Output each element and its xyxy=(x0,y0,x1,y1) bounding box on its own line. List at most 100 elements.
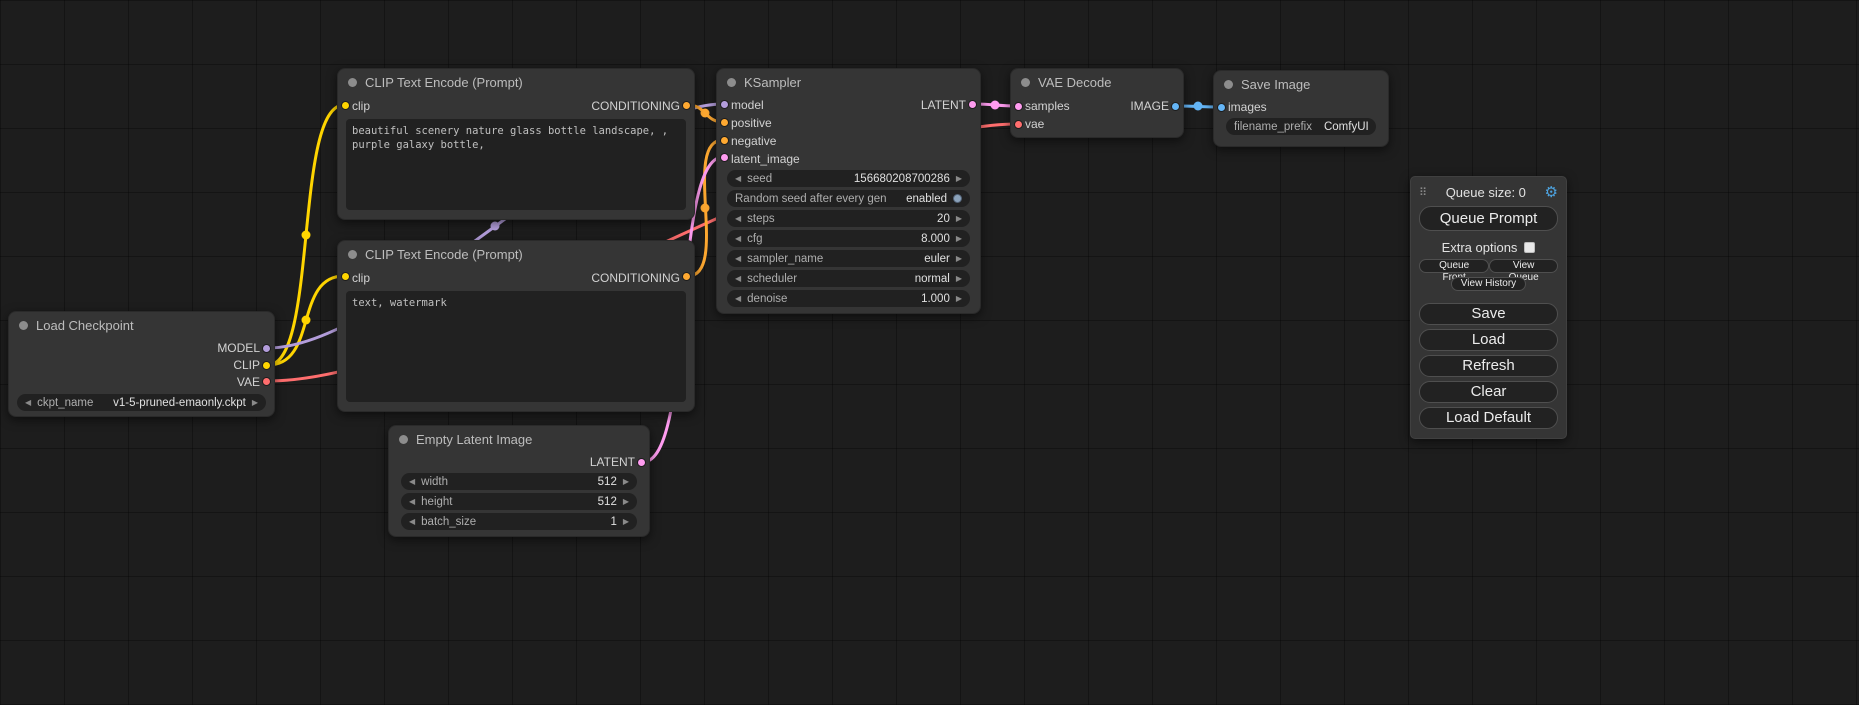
collapse-dot-icon[interactable] xyxy=(1021,78,1030,87)
node-clip-text-encode-positive[interactable]: CLIP Text Encode (Prompt) clip CONDITION… xyxy=(337,68,695,220)
node-title-bar[interactable]: VAE Decode xyxy=(1011,69,1183,95)
pin-samples-input[interactable] xyxy=(1014,102,1023,111)
output-slot-clip: CLIP xyxy=(9,357,274,374)
node-title: Load Checkpoint xyxy=(36,318,134,333)
node-graph-canvas[interactable]: Load Checkpoint MODEL CLIP VAE ◀ ckpt_na… xyxy=(0,0,1859,705)
queue-panel[interactable]: ⠿ Queue size: 0 ⚙ Queue Prompt Extra opt… xyxy=(1410,176,1567,439)
clear-button[interactable]: Clear xyxy=(1419,381,1558,403)
scheduler-widget[interactable]: ◀ scheduler normal ▶ xyxy=(727,270,970,287)
collapse-dot-icon[interactable] xyxy=(19,321,28,330)
node-title-bar[interactable]: CLIP Text Encode (Prompt) xyxy=(338,241,694,267)
decrement-arrow-icon[interactable]: ◀ xyxy=(409,513,415,530)
denoise-widget[interactable]: ◀ denoise 1.000 ▶ xyxy=(727,290,970,307)
increment-arrow-icon[interactable]: ▶ xyxy=(956,210,962,227)
widget-name: steps xyxy=(747,213,775,225)
collapse-dot-icon[interactable] xyxy=(399,435,408,444)
decrement-arrow-icon[interactable]: ◀ xyxy=(409,493,415,510)
width-widget[interactable]: ◀ width 512 ▶ xyxy=(401,473,637,490)
queue-front-button[interactable]: Queue Front xyxy=(1419,259,1489,273)
decrement-arrow-icon[interactable]: ◀ xyxy=(25,394,31,411)
cfg-widget[interactable]: ◀ cfg 8.000 ▶ xyxy=(727,230,970,247)
pin-negative-input[interactable] xyxy=(720,136,729,145)
pin-positive-input[interactable] xyxy=(720,118,729,127)
node-vae-decode[interactable]: VAE Decode samples IMAGE vae xyxy=(1010,68,1184,138)
pin-latent-image-input[interactable] xyxy=(720,153,729,162)
node-clip-text-encode-negative[interactable]: CLIP Text Encode (Prompt) clip CONDITION… xyxy=(337,240,695,412)
decrement-arrow-icon[interactable]: ◀ xyxy=(735,170,741,187)
view-history-button[interactable]: View History xyxy=(1451,277,1526,291)
positive-prompt-textarea[interactable]: beautiful scenery nature glass bottle la… xyxy=(346,119,686,210)
slot-label: MODEL xyxy=(217,341,260,355)
seed-widget[interactable]: ◀ seed 156680208700286 ▶ xyxy=(727,170,970,187)
pin-conditioning-output[interactable] xyxy=(682,272,691,281)
input-slot-latent-image: latent_image xyxy=(717,150,980,168)
decrement-arrow-icon[interactable]: ◀ xyxy=(735,230,741,247)
random-seed-widget[interactable]: Random seed after every gen enabled xyxy=(727,190,970,207)
steps-widget[interactable]: ◀ steps 20 ▶ xyxy=(727,210,970,227)
sampler-name-widget[interactable]: ◀ sampler_name euler ▶ xyxy=(727,250,970,267)
pin-clip-input[interactable] xyxy=(341,101,350,110)
collapse-dot-icon[interactable] xyxy=(727,78,736,87)
save-button[interactable]: Save xyxy=(1419,303,1558,325)
node-ksampler[interactable]: KSampler model LATENT positive negative … xyxy=(716,68,981,314)
widget-value: v1-5-pruned-emaonly.ckpt xyxy=(113,397,246,409)
input-slot-negative: negative xyxy=(717,132,980,150)
decrement-arrow-icon[interactable]: ◀ xyxy=(735,290,741,307)
filename-prefix-widget[interactable]: filename_prefix ComfyUI xyxy=(1226,118,1376,135)
collapse-dot-icon[interactable] xyxy=(348,78,357,87)
widget-name: width xyxy=(421,476,448,488)
widget-name: denoise xyxy=(747,293,787,305)
load-default-button[interactable]: Load Default xyxy=(1419,407,1558,429)
view-queue-button[interactable]: View Queue xyxy=(1489,259,1558,273)
pin-model-input[interactable] xyxy=(720,100,729,109)
extra-options-checkbox[interactable] xyxy=(1524,242,1535,253)
node-title-bar[interactable]: KSampler xyxy=(717,69,980,95)
node-title-bar[interactable]: Load Checkpoint xyxy=(9,312,274,338)
node-empty-latent-image[interactable]: Empty Latent Image LATENT ◀ width 512 ▶ … xyxy=(388,425,650,537)
output-slot-latent: LATENT xyxy=(921,96,966,114)
pin-model-output[interactable] xyxy=(262,344,271,353)
widget-name: cfg xyxy=(747,233,762,245)
queue-prompt-button[interactable]: Queue Prompt xyxy=(1419,206,1558,231)
increment-arrow-icon[interactable]: ▶ xyxy=(623,513,629,530)
decrement-arrow-icon[interactable]: ◀ xyxy=(735,250,741,267)
decrement-arrow-icon[interactable]: ◀ xyxy=(409,473,415,490)
batch-size-widget[interactable]: ◀ batch_size 1 ▶ xyxy=(401,513,637,530)
collapse-dot-icon[interactable] xyxy=(348,250,357,259)
pin-images-input[interactable] xyxy=(1217,103,1226,112)
increment-arrow-icon[interactable]: ▶ xyxy=(956,230,962,247)
pin-image-output[interactable] xyxy=(1171,102,1180,111)
collapse-dot-icon[interactable] xyxy=(1224,80,1233,89)
node-title-bar[interactable]: CLIP Text Encode (Prompt) xyxy=(338,69,694,95)
node-title-bar[interactable]: Empty Latent Image xyxy=(389,426,649,452)
pin-clip-input[interactable] xyxy=(341,272,350,281)
pin-conditioning-output[interactable] xyxy=(682,101,691,110)
node-load-checkpoint[interactable]: Load Checkpoint MODEL CLIP VAE ◀ ckpt_na… xyxy=(8,311,275,417)
height-widget[interactable]: ◀ height 512 ▶ xyxy=(401,493,637,510)
widget-name: batch_size xyxy=(421,516,476,528)
node-save-image[interactable]: Save Image images filename_prefix ComfyU… xyxy=(1213,70,1389,147)
increment-arrow-icon[interactable]: ▶ xyxy=(252,394,258,411)
decrement-arrow-icon[interactable]: ◀ xyxy=(735,210,741,227)
ckpt-name-widget[interactable]: ◀ ckpt_name v1-5-pruned-emaonly.ckpt ▶ xyxy=(17,394,266,411)
node-title-bar[interactable]: Save Image xyxy=(1214,71,1388,97)
increment-arrow-icon[interactable]: ▶ xyxy=(956,270,962,287)
pin-latent-output[interactable] xyxy=(968,100,977,109)
increment-arrow-icon[interactable]: ▶ xyxy=(956,250,962,267)
widget-name: filename_prefix xyxy=(1234,121,1312,133)
increment-arrow-icon[interactable]: ▶ xyxy=(623,473,629,490)
random-seed-toggle-dot[interactable] xyxy=(953,194,962,203)
settings-gear-icon[interactable]: ⚙ xyxy=(1545,185,1558,200)
pin-latent-output[interactable] xyxy=(637,458,646,467)
increment-arrow-icon[interactable]: ▶ xyxy=(956,170,962,187)
decrement-arrow-icon[interactable]: ◀ xyxy=(735,270,741,287)
drag-handle-icon[interactable]: ⠿ xyxy=(1419,186,1427,199)
negative-prompt-textarea[interactable]: text, watermark xyxy=(346,291,686,402)
refresh-button[interactable]: Refresh xyxy=(1419,355,1558,377)
pin-clip-output[interactable] xyxy=(262,361,271,370)
increment-arrow-icon[interactable]: ▶ xyxy=(956,290,962,307)
increment-arrow-icon[interactable]: ▶ xyxy=(623,493,629,510)
pin-vae-output[interactable] xyxy=(262,377,271,386)
pin-vae-input[interactable] xyxy=(1014,120,1023,129)
load-button[interactable]: Load xyxy=(1419,329,1558,351)
